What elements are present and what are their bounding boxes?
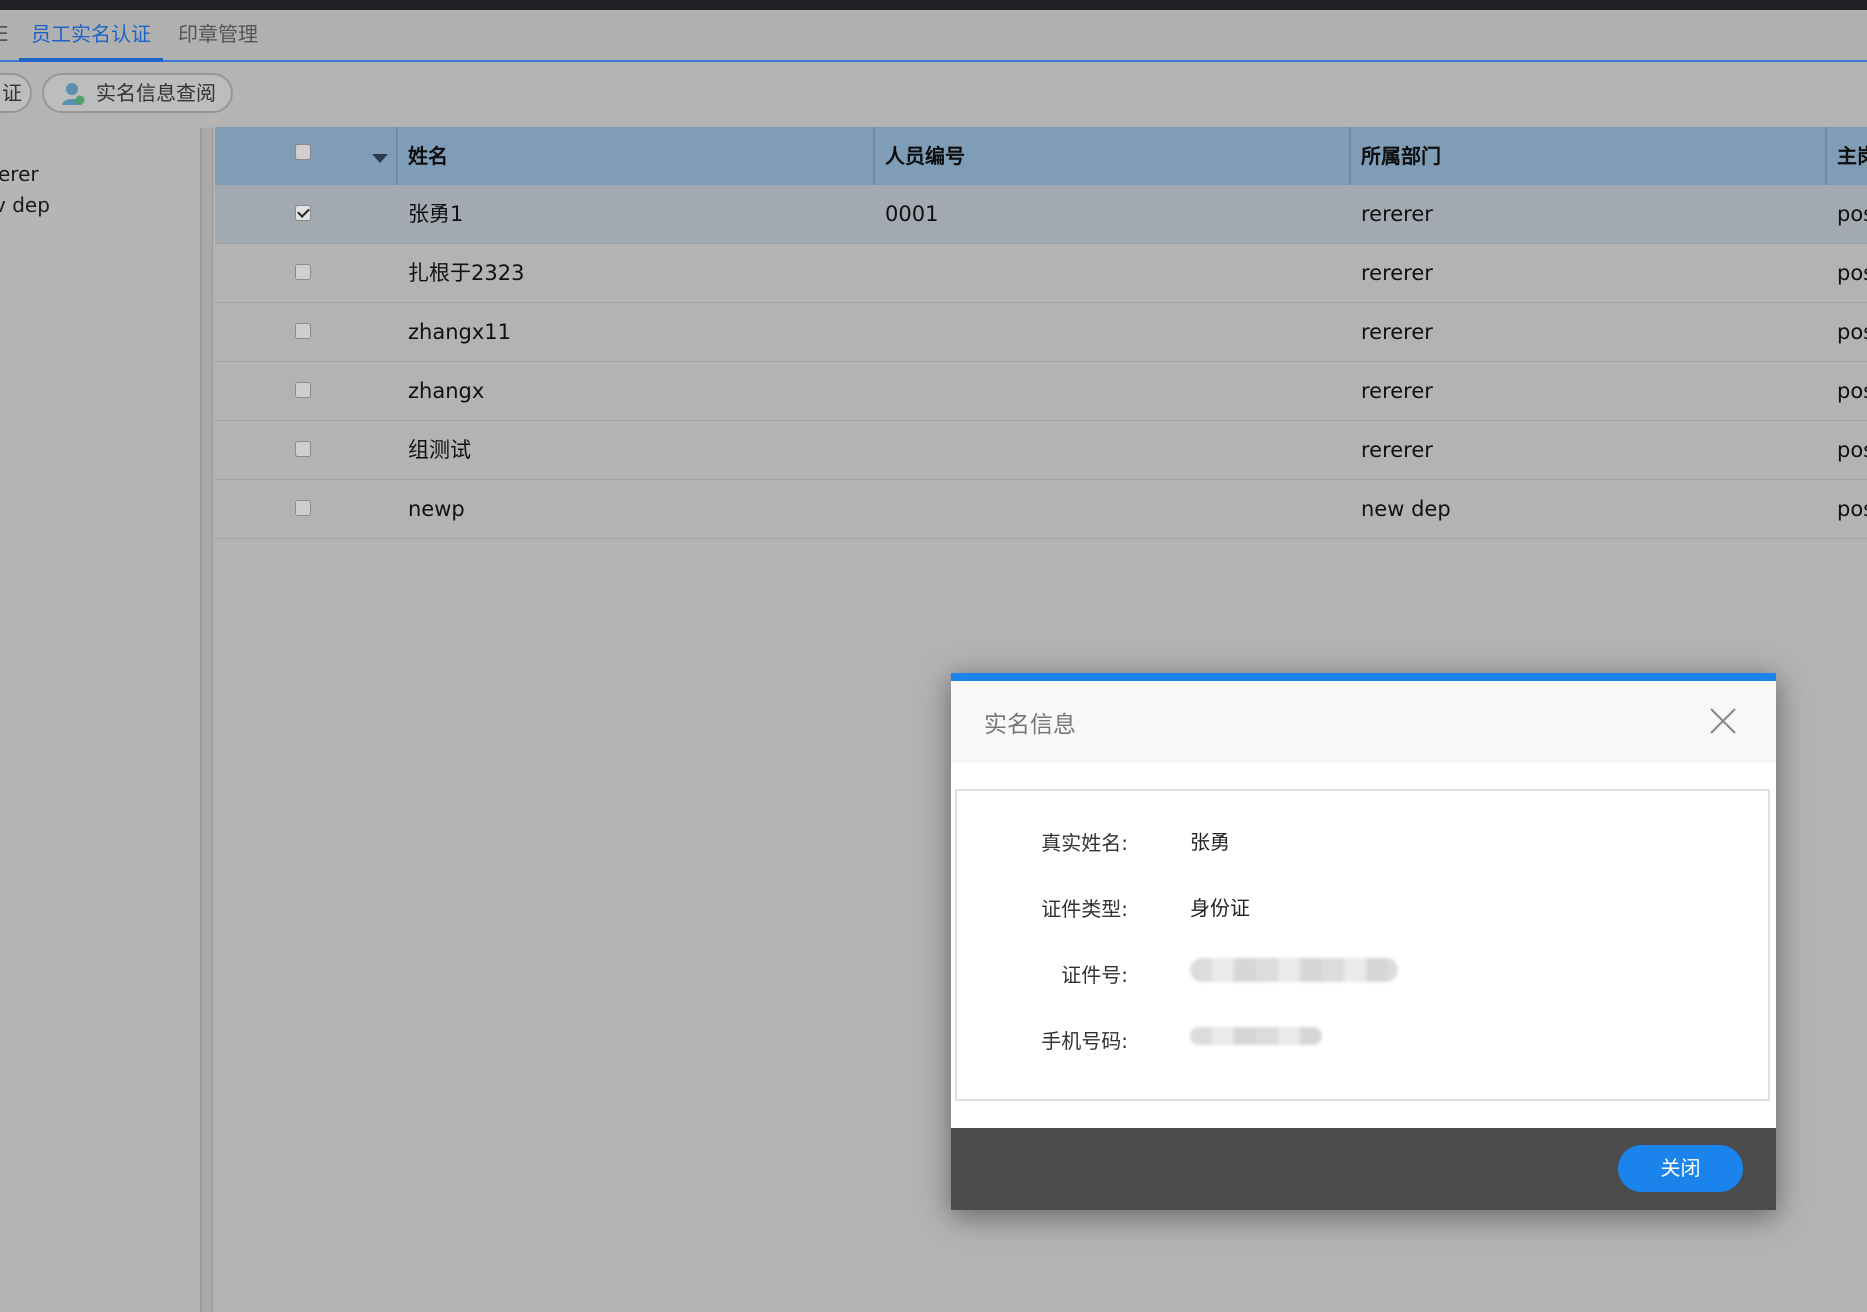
partial-toolbar-button[interactable]: 证 <box>0 73 32 113</box>
field-value-real-name: 张勇 <box>1190 830 1230 854</box>
dialog-body: 真实姓名: 张勇 证件类型: 身份证 证件号: 手机号码: <box>955 789 1770 1101</box>
column-separator[interactable] <box>873 127 875 185</box>
row-checkbox[interactable] <box>295 323 311 339</box>
partial-button-label: 证 <box>2 81 22 105</box>
cell-post: pos <box>1837 261 1867 285</box>
dialog-accent-line <box>951 673 1776 681</box>
tab-seal-management[interactable]: 印章管理 <box>178 10 258 60</box>
dialog-title: 实名信息 <box>984 712 1076 738</box>
cell-code <box>885 480 1335 538</box>
column-separator[interactable] <box>396 127 398 185</box>
table-row[interactable]: 组测试 rererer pos <box>215 421 1867 480</box>
panel-splitter[interactable] <box>202 128 213 1312</box>
cell-name: 张勇1 <box>408 202 464 226</box>
cell-post: pos <box>1837 202 1867 226</box>
select-all-checkbox[interactable] <box>295 144 311 160</box>
field-label-phone: 手机号码: <box>1041 1029 1128 1053</box>
column-header-department[interactable]: 所属部门 <box>1361 127 1441 185</box>
redacted-phone-number <box>1190 1027 1322 1045</box>
table-header: 姓名 人员编号 所属部门 主岗 <box>215 127 1867 185</box>
cell-name: zhangx <box>408 379 485 403</box>
cell-name: 组测试 <box>408 438 471 462</box>
column-header-code[interactable]: 人员编号 <box>885 127 965 185</box>
tab-bar: E 员工实名认证 印章管理 <box>0 10 1867 62</box>
employee-table: 姓名 人员编号 所属部门 主岗 张勇10001rerererpos扎根于2323… <box>215 127 1867 539</box>
table-row[interactable]: 扎根于2323 rererer pos <box>215 244 1867 303</box>
tree-item-rererer[interactable]: erer <box>0 162 39 186</box>
cell-department: rererer <box>1361 379 1433 403</box>
view-info-button-label: 实名信息查阅 <box>96 81 216 105</box>
cell-name: 扎根于2323 <box>408 261 525 285</box>
row-checkbox[interactable] <box>295 382 311 398</box>
cell-department: new dep <box>1361 497 1451 521</box>
field-label-real-name: 真实姓名: <box>1041 831 1128 855</box>
cell-post: pos <box>1837 438 1867 462</box>
dialog-footer: 关闭 <box>951 1128 1776 1210</box>
table-row[interactable]: zhangx rererer pos <box>215 362 1867 421</box>
toolbar: 证 实名信息查阅 <box>0 62 1867 124</box>
cell-code: 0001 <box>885 202 939 226</box>
cell-department: rererer <box>1361 320 1433 344</box>
column-header-name[interactable]: 姓名 <box>408 127 448 185</box>
table-body: 张勇10001rerererpos扎根于2323rerererposzhangx… <box>215 185 1867 539</box>
table-row[interactable]: newp new dep pos <box>215 480 1867 539</box>
redacted-id-number <box>1190 958 1398 982</box>
table-row[interactable]: zhangx11 rererer pos <box>215 303 1867 362</box>
column-separator[interactable] <box>1349 127 1351 185</box>
cell-code <box>885 303 1335 361</box>
user-icon <box>60 81 86 107</box>
field-value-id-type: 身份证 <box>1190 896 1250 920</box>
cell-post: pos <box>1837 379 1867 403</box>
cell-code <box>885 244 1335 302</box>
close-button[interactable]: 关闭 <box>1618 1145 1743 1192</box>
department-tree-panel: erer v dep <box>0 128 202 1312</box>
real-name-info-dialog: 实名信息 真实姓名: 张勇 证件类型: 身份证 证件号: 手机号码: 关闭 <box>951 673 1776 1210</box>
row-checkbox[interactable] <box>295 441 311 457</box>
cell-department: rererer <box>1361 261 1433 285</box>
table-row[interactable]: 张勇1 0001 rererer pos <box>215 185 1867 244</box>
sort-dropdown-icon[interactable] <box>372 154 388 163</box>
view-real-name-info-button[interactable]: 实名信息查阅 <box>42 73 233 113</box>
cell-name: newp <box>408 497 465 521</box>
cell-department: rererer <box>1361 438 1433 462</box>
cell-code <box>885 362 1335 420</box>
cell-code <box>885 421 1335 479</box>
cell-name: zhangx11 <box>408 320 511 344</box>
window-top-bar <box>0 0 1867 10</box>
column-header-post[interactable]: 主岗 <box>1837 127 1867 185</box>
dialog-header: 实名信息 <box>951 681 1776 763</box>
tree-item-new-dep[interactable]: v dep <box>0 193 50 217</box>
field-label-id-number: 证件号: <box>1061 963 1128 987</box>
row-checkbox[interactable] <box>295 205 311 221</box>
cell-post: pos <box>1837 497 1867 521</box>
row-checkbox[interactable] <box>295 264 311 280</box>
close-icon[interactable] <box>1705 703 1741 739</box>
tab-employee-real-name-auth[interactable]: 员工实名认证 <box>19 10 163 62</box>
cell-department: rererer <box>1361 202 1433 226</box>
tab-partial[interactable]: E <box>0 10 9 60</box>
cell-post: pos <box>1837 320 1867 344</box>
row-checkbox[interactable] <box>295 500 311 516</box>
field-label-id-type: 证件类型: <box>1041 897 1128 921</box>
column-separator[interactable] <box>1825 127 1827 185</box>
